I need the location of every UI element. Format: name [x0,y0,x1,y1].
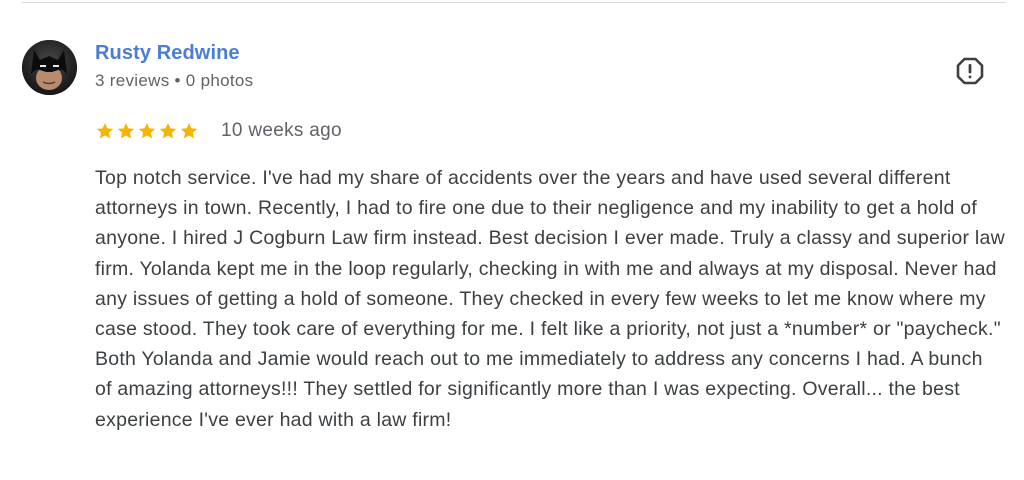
review-card: Rusty Redwine 3 reviews • 0 photos 10 we… [0,0,1024,480]
star-icon [180,123,198,139]
star-rating [95,121,199,141]
rating-row: 10 weeks ago [95,118,342,144]
star-icon [159,123,177,139]
avatar[interactable] [22,40,77,95]
author-name[interactable]: Rusty Redwine [95,42,240,65]
star-icon [117,123,135,139]
review-date: 10 weeks ago [221,120,342,141]
report-flag-icon[interactable] [955,56,985,86]
review-text: Top notch service. I've had my share of … [95,167,1005,431]
star-icon [96,123,114,139]
star-icon [138,123,156,139]
author-meta: 3 reviews • 0 photos [95,71,254,90]
avatar-image [22,40,77,95]
